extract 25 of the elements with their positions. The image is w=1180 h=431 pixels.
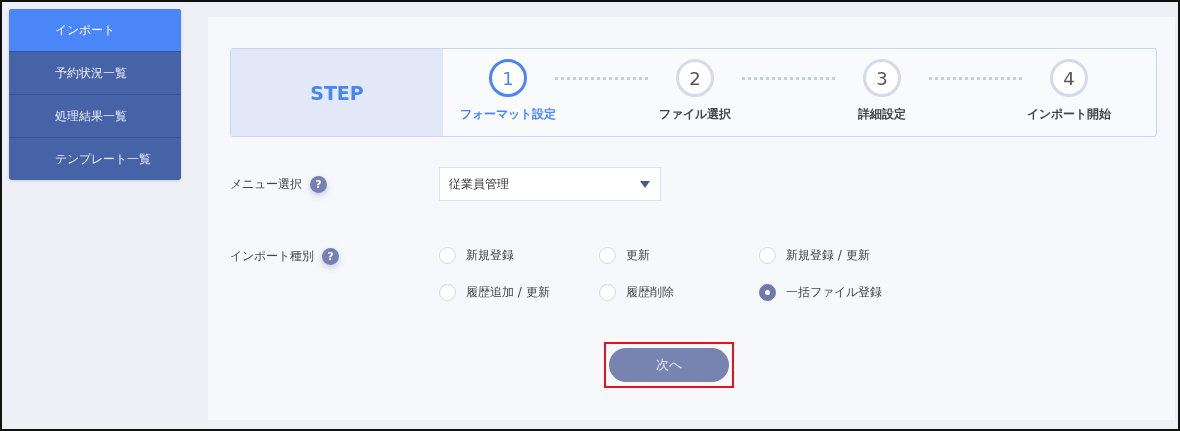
step-label: フォーマット設定 (460, 106, 556, 123)
caret-icon (640, 180, 650, 188)
radio-label[interactable]: 履歴追加 / 更新 (466, 284, 550, 301)
step-number: 2 (676, 59, 714, 97)
step-label: インポート開始 (1027, 106, 1111, 123)
radio-label[interactable]: 更新 (626, 247, 650, 264)
step-number: 4 (1050, 59, 1088, 97)
radio-label[interactable]: 新規登録 / 更新 (786, 247, 870, 264)
radio-button[interactable] (759, 284, 776, 301)
sidebar-item[interactable]: 予約状況一覧 (9, 51, 181, 94)
step-number: 3 (863, 59, 901, 97)
field-label: インポート種別 (230, 247, 314, 265)
radio-label[interactable]: 履歴削除 (626, 284, 674, 301)
step-title: STEP (231, 49, 443, 136)
sidebar-item[interactable]: 処理結果一覧 (9, 94, 181, 137)
step-label: 詳細設定 (858, 106, 906, 123)
radio-label[interactable]: 一括ファイル登録 (786, 284, 882, 301)
sidebar-item[interactable]: テンプレート一覧 (9, 137, 181, 180)
help-icon[interactable]: ? (310, 175, 327, 193)
step-label: ファイル選択 (659, 106, 731, 123)
step-number: 1 (489, 59, 527, 97)
field-label: メニュー選択 (230, 175, 302, 193)
radio-label[interactable]: 新規登録 (466, 247, 514, 264)
menu-dropdown[interactable]: 従業員管理 (439, 167, 661, 201)
help-icon[interactable]: ? (322, 247, 339, 265)
